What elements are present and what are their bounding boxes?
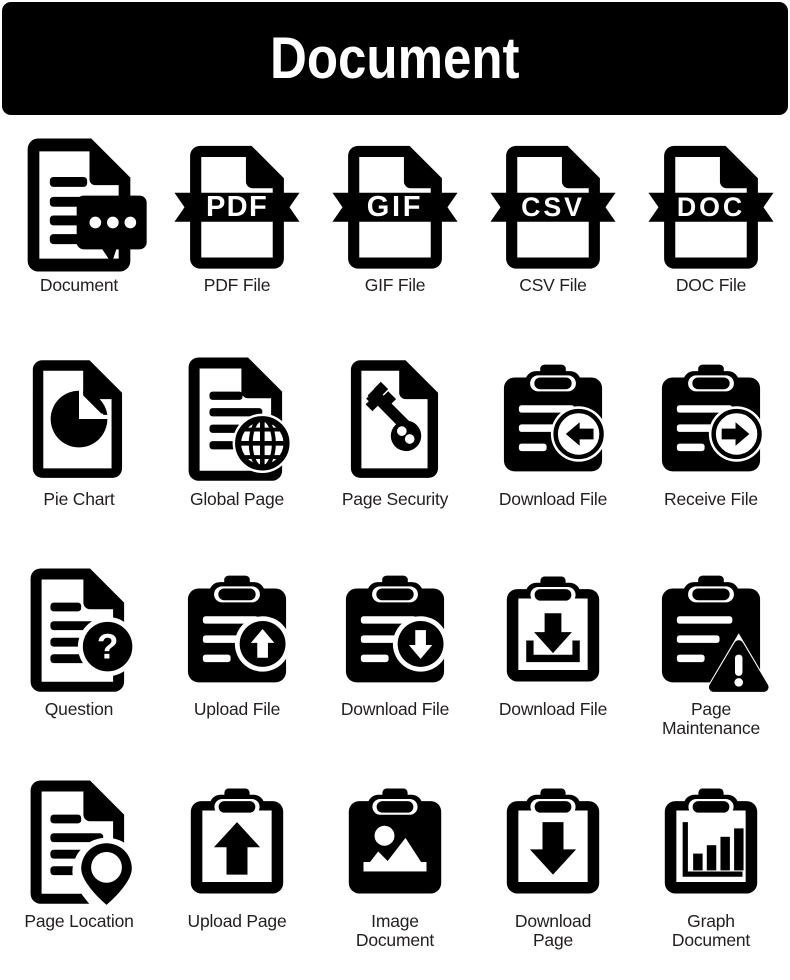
icon-cell-image-document[interactable]: Image Document [316,766,474,978]
document-chat-icon [4,130,154,280]
icon-label: PDF File [203,275,271,295]
icon-label: Upload File [193,699,281,719]
icon-label: Download Page [514,911,592,950]
page-title: Document [270,25,520,91]
ribbon-text: GIF [367,191,423,223]
icon-label: Page Location [24,911,134,931]
icon-cell-download-page[interactable]: Download Page [474,766,632,978]
icon-cell-download-file-circle[interactable]: Download File [316,554,474,766]
icon-label: Graph Document [671,911,751,950]
icon-label: Page Maintenance [661,699,760,738]
icon-label: Receive File [664,489,758,509]
icon-cell-gif-file[interactable]: GIF GIF File [316,130,474,342]
clipboard-arrow-left-icon [478,342,628,494]
page-pie-chart-icon [4,342,154,494]
page-key-icon [320,342,470,494]
ribbon-text: CSV [521,192,585,222]
icon-grid: Document PDF PDF File GIF GIF File CSV C… [0,130,790,978]
icon-label: CSV File [519,275,587,295]
icon-cell-upload-file[interactable]: Upload File [158,554,316,766]
icon-label: Document [39,275,119,295]
icon-cell-pdf-file[interactable]: PDF PDF File [158,130,316,342]
icon-cell-upload-page[interactable]: Upload Page [158,766,316,978]
svg-text:?: ? [97,628,119,667]
icon-cell-doc-file[interactable]: DOC DOC File [632,130,790,342]
icon-cell-global-page[interactable]: Global Page [158,342,316,554]
icon-label: Pie Chart [43,489,115,509]
icon-cell-download-file-left[interactable]: Download File [474,342,632,554]
icon-sheet-page: Document Document PDF PDF File GIF GIF F… [0,0,790,980]
icon-cell-document[interactable]: Document [0,130,158,342]
clipboard-bar-chart-icon [636,766,786,916]
header-banner: Document [2,2,788,115]
icon-label: GIF File [364,275,426,295]
icon-label: Global Page [189,489,285,509]
ribbon-text: PDF [206,191,268,223]
clipboard-arrow-up-circle-icon [162,554,312,704]
icon-cell-csv-file[interactable]: CSV CSV File [474,130,632,342]
page-globe-icon [162,342,312,494]
icon-cell-question[interactable]: ? Question [0,554,158,766]
file-ribbon-icon: PDF [162,130,312,280]
file-ribbon-icon: GIF [320,130,470,280]
clipboard-arrow-down-circle-icon [320,554,470,704]
icon-label: DOC File [675,275,747,295]
icon-label: Question [44,699,114,719]
icon-cell-page-location[interactable]: Page Location [0,766,158,978]
file-ribbon-icon: DOC [636,130,786,280]
icon-label: Download File [498,699,608,719]
icon-cell-download-file-tray[interactable]: Download File [474,554,632,766]
icon-label: Image Document [355,911,435,950]
icon-cell-page-maintenance[interactable]: Page Maintenance [632,554,790,766]
icon-label: Page Security [341,489,449,509]
icon-cell-graph-document[interactable]: Graph Document [632,766,790,978]
clipboard-image-icon [320,766,470,916]
icon-label: Upload Page [187,911,287,931]
file-ribbon-icon: CSV [478,130,628,280]
icon-cell-pie-chart[interactable]: Pie Chart [0,342,158,554]
page-map-pin-icon [4,766,154,916]
icon-label: Download File [498,489,608,509]
icon-label: Download File [340,699,450,719]
clipboard-arrow-right-icon [636,342,786,494]
icon-cell-page-security[interactable]: Page Security [316,342,474,554]
clipboard-arrow-down-icon [478,766,628,916]
clipboard-arrow-up-icon [162,766,312,916]
clipboard-download-tray-icon [478,554,628,704]
ribbon-text: DOC [677,192,745,222]
clipboard-warning-icon [636,554,786,704]
page-question-icon: ? [4,554,154,704]
icon-cell-receive-file[interactable]: Receive File [632,342,790,554]
